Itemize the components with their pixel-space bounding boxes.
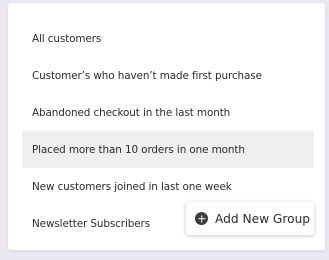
group-item-all-customers[interactable]: All customers: [22, 20, 314, 57]
group-item-label: Placed more than 10 orders in one month: [32, 143, 245, 156]
group-item-label: All customers: [32, 32, 102, 45]
group-item-label: Customer’s who haven’t made first purcha…: [32, 69, 262, 82]
group-item-abandoned-checkout[interactable]: Abandoned checkout in the last month: [22, 94, 314, 131]
add-new-group-button[interactable]: Add New Group: [186, 202, 314, 235]
group-item-more-than-10-orders[interactable]: Placed more than 10 orders in one month: [22, 131, 314, 168]
customer-groups-panel: All customers Customer’s who haven’t mad…: [8, 3, 325, 250]
group-item-new-customers[interactable]: New customers joined in last one week: [22, 168, 314, 205]
add-new-group-label: Add New Group: [215, 211, 311, 226]
group-item-label: New customers joined in last one week: [32, 180, 232, 193]
group-item-no-first-purchase[interactable]: Customer’s who haven’t made first purcha…: [22, 57, 314, 94]
group-item-label: Abandoned checkout in the last month: [32, 106, 231, 119]
group-item-label: Newsletter Subscribers: [32, 217, 151, 230]
plus-circle-icon: [195, 212, 208, 225]
